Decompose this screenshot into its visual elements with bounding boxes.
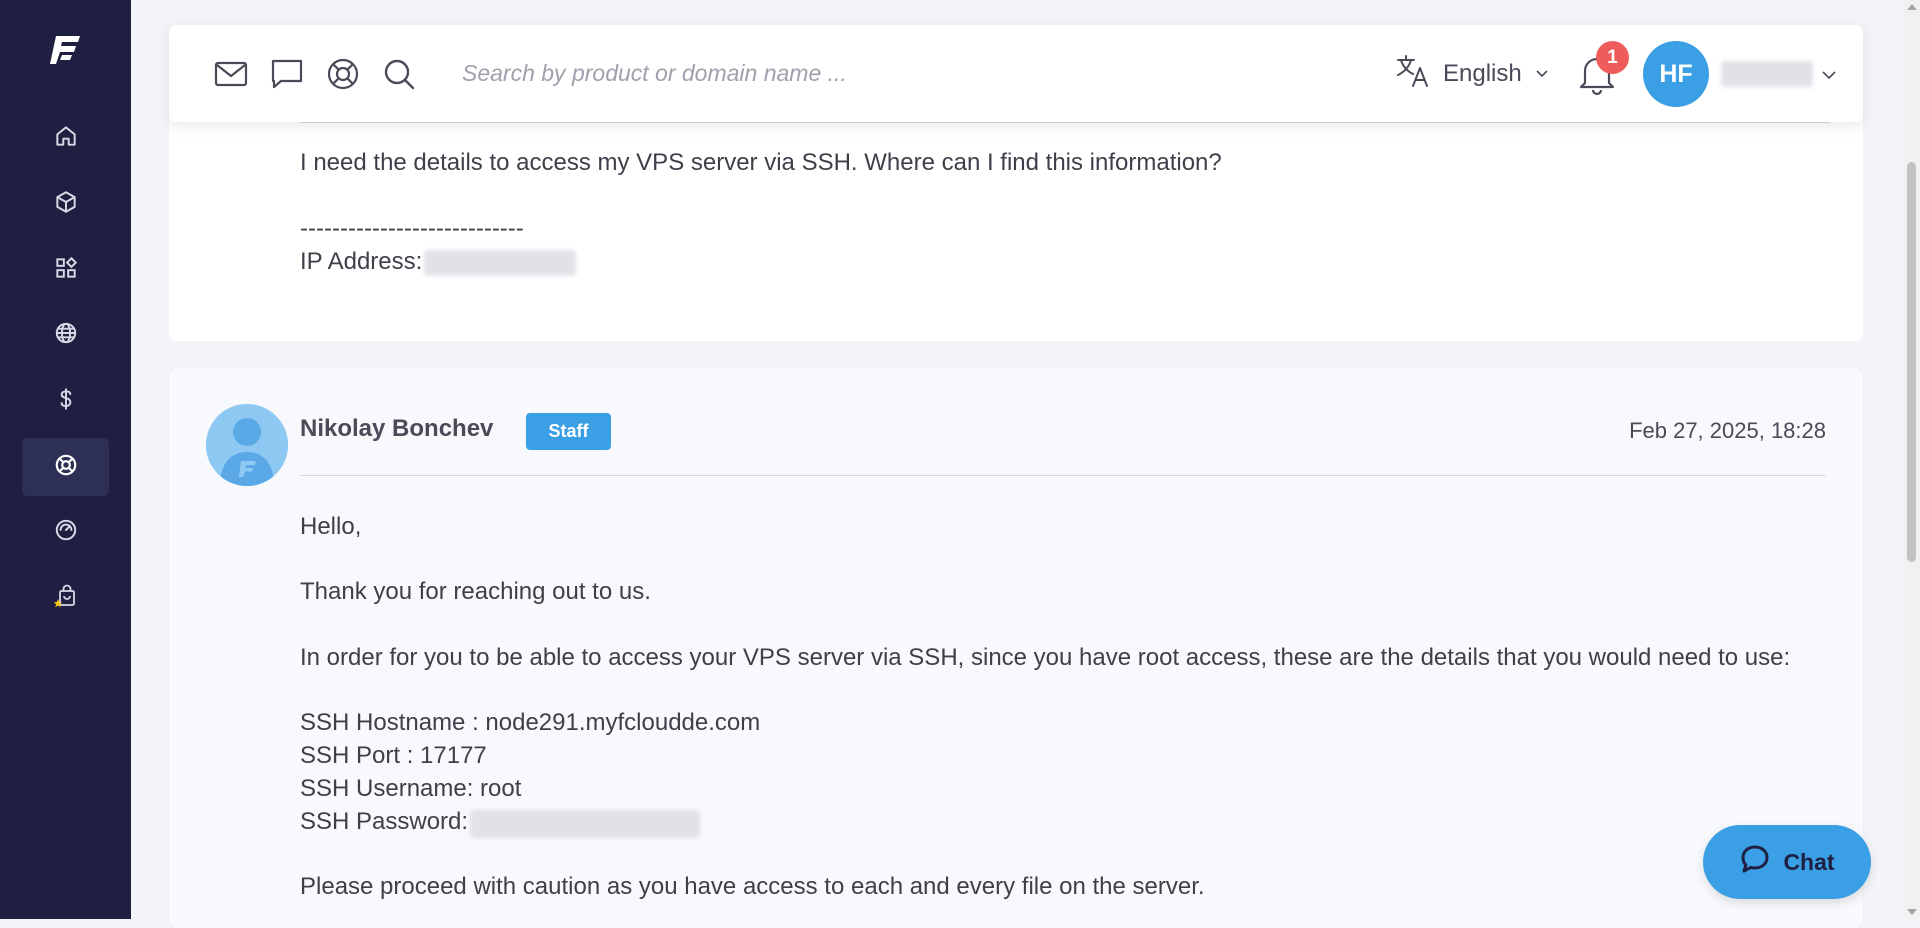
ip-address-label: IP Address: bbox=[300, 248, 423, 275]
chat-label: Chat bbox=[1783, 848, 1835, 875]
reply-line-instructions: In order for you to be able to access yo… bbox=[300, 644, 1791, 671]
lifebuoy-icon[interactable] bbox=[323, 54, 363, 94]
nav-domains[interactable] bbox=[22, 306, 109, 364]
scroll-up-arrow-icon[interactable] bbox=[1907, 4, 1917, 10]
scrollbar-thumb[interactable] bbox=[1907, 162, 1916, 562]
chevron-down-icon[interactable] bbox=[1819, 65, 1839, 85]
ticket-question-text: I need the details to access my VPS serv… bbox=[300, 149, 1222, 176]
notification-badge: 1 bbox=[1596, 41, 1629, 74]
chat-bubble-icon[interactable] bbox=[267, 54, 307, 94]
chat-button[interactable]: Chat bbox=[1703, 825, 1871, 899]
nav-store[interactable] bbox=[22, 569, 109, 627]
reply-caution: Please proceed with caution as you have … bbox=[300, 873, 1205, 900]
nav-support[interactable] bbox=[22, 438, 109, 496]
ip-address-redacted bbox=[424, 250, 576, 276]
globe-icon bbox=[53, 320, 79, 351]
reply-divider bbox=[300, 475, 1826, 476]
reply-line-thanks: Thank you for reaching out to us. bbox=[300, 578, 651, 605]
reply-greeting: Hello, bbox=[300, 513, 362, 540]
logo-icon[interactable] bbox=[50, 33, 84, 67]
page-scrollbar[interactable] bbox=[1903, 0, 1920, 919]
search-icon[interactable] bbox=[379, 54, 419, 94]
staff-badge: Staff bbox=[526, 413, 611, 450]
sidebar bbox=[0, 0, 131, 919]
mail-icon[interactable] bbox=[211, 54, 251, 94]
ticket-separator: ---------------------------- bbox=[300, 215, 524, 242]
box-icon bbox=[53, 189, 79, 220]
lifebuoy-icon bbox=[53, 452, 79, 483]
chat-bubble-icon bbox=[1739, 843, 1771, 881]
top-header: English 1 HF bbox=[169, 25, 1863, 122]
nav-home[interactable] bbox=[22, 109, 109, 167]
reply-date: Feb 27, 2025, 18:28 bbox=[1629, 418, 1826, 443]
home-icon bbox=[53, 123, 79, 154]
nav-performance[interactable] bbox=[22, 503, 109, 561]
scroll-down-arrow-icon[interactable] bbox=[1907, 909, 1917, 915]
apps-icon bbox=[53, 255, 79, 286]
ssh-password-label: SSH Password: bbox=[300, 808, 469, 835]
ssh-password-redacted bbox=[470, 810, 700, 838]
user-avatar[interactable]: HF bbox=[1643, 41, 1709, 107]
nav-products[interactable] bbox=[22, 175, 109, 233]
language-selector[interactable]: English bbox=[1395, 53, 1550, 95]
dollar-icon bbox=[53, 386, 79, 417]
ssh-port: SSH Port : 17177 bbox=[300, 742, 487, 769]
language-label: English bbox=[1443, 60, 1522, 87]
reply-author: Nikolay Bonchev bbox=[300, 415, 494, 442]
shopping-bag-star-icon bbox=[53, 583, 79, 614]
ssh-hostname: SSH Hostname : node291.myfcloudde.com bbox=[300, 709, 761, 736]
ssh-username: SSH Username: root bbox=[300, 775, 522, 802]
staff-avatar bbox=[206, 404, 288, 486]
search-input[interactable] bbox=[460, 53, 1040, 93]
chevron-down-icon bbox=[1534, 60, 1550, 88]
translate-icon bbox=[1395, 53, 1431, 96]
speedometer-icon bbox=[53, 517, 79, 548]
username-redacted[interactable] bbox=[1721, 61, 1813, 87]
message-divider bbox=[300, 122, 1830, 123]
nav-billing[interactable] bbox=[22, 372, 109, 430]
nav-apps[interactable] bbox=[22, 241, 109, 299]
